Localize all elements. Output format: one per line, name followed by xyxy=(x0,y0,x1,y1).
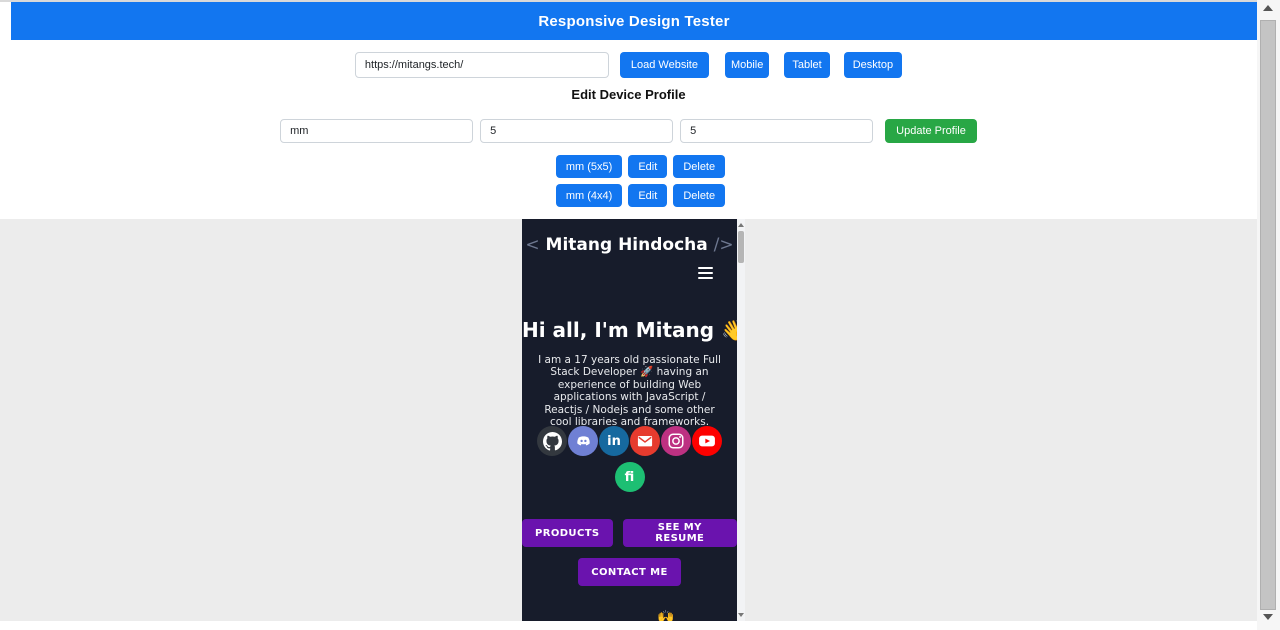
social-icons-row: in xyxy=(522,426,737,456)
site-cta-row: PRODUCTS SEE MY RESUME xyxy=(522,519,737,547)
saved-profile-row: mm (4x4) Edit Delete xyxy=(12,184,1269,207)
hamburger-bar xyxy=(698,267,713,269)
instagram-icon xyxy=(667,432,685,450)
edit-device-profile-heading: Edit Device Profile xyxy=(0,87,1257,102)
fiverr-link[interactable]: fi xyxy=(615,462,645,492)
mobile-view-button[interactable]: Mobile xyxy=(725,52,769,78)
url-input[interactable] xyxy=(355,52,609,78)
clipped-emoji: 🙌 xyxy=(657,610,674,621)
profile-height-input[interactable] xyxy=(680,119,873,143)
instagram-link[interactable] xyxy=(661,426,691,456)
device-preview-frame: < Mitang Hindocha /> Hi all, I'm Mitang … xyxy=(522,219,745,621)
logo-close-bracket: /> xyxy=(714,235,734,255)
saved-profile-row: mm (5x5) Edit Delete xyxy=(12,155,1269,178)
bottom-strip xyxy=(0,621,1257,630)
iframe-scrollbar[interactable] xyxy=(737,219,745,621)
contact-me-button[interactable]: CONTACT ME xyxy=(578,558,680,586)
envelope-icon xyxy=(635,431,655,451)
fiverr-row: fi xyxy=(522,462,737,492)
browser-scrollbar-thumb[interactable] xyxy=(1260,20,1276,610)
site-hero-description: I am a 17 years old passionate Full Stac… xyxy=(533,354,726,428)
profile-delete-button[interactable]: Delete xyxy=(673,184,725,207)
preview-area: < Mitang Hindocha /> Hi all, I'm Mitang … xyxy=(0,219,1257,621)
browser-scrollbar[interactable] xyxy=(1257,0,1280,630)
see-my-resume-button[interactable]: SEE MY RESUME xyxy=(623,519,737,547)
hamburger-menu-icon[interactable] xyxy=(698,267,713,282)
site-contact-row: CONTACT ME xyxy=(522,558,737,586)
desktop-view-button[interactable]: Desktop xyxy=(844,52,902,78)
profile-name-input[interactable] xyxy=(280,119,473,143)
profile-edit-button[interactable]: Edit xyxy=(628,184,667,207)
hamburger-bar xyxy=(698,272,713,274)
youtube-link[interactable] xyxy=(692,426,722,456)
discord-link[interactable] xyxy=(568,426,598,456)
page-title: Responsive Design Tester xyxy=(538,13,729,30)
scroll-down-icon[interactable] xyxy=(1263,614,1273,620)
url-toolbar: Load Website Mobile Tablet Desktop xyxy=(0,52,1257,78)
fiverr-icon: fi xyxy=(625,470,635,485)
site-hero-heading: Hi all, I'm Mitang 👋 xyxy=(522,318,737,342)
youtube-icon xyxy=(697,431,717,451)
github-icon xyxy=(543,432,562,451)
profile-label-button[interactable]: mm (5x5) xyxy=(556,155,622,178)
app-window: Responsive Design Tester Load Website Mo… xyxy=(0,0,1280,630)
load-website-button[interactable]: Load Website xyxy=(620,52,709,78)
profile-width-input[interactable] xyxy=(480,119,673,143)
logo-name: Mitang Hindocha xyxy=(546,235,708,255)
previewed-website: < Mitang Hindocha /> Hi all, I'm Mitang … xyxy=(522,219,737,621)
update-profile-button[interactable]: Update Profile xyxy=(885,119,977,143)
profile-delete-button[interactable]: Delete xyxy=(673,155,725,178)
scroll-up-icon[interactable] xyxy=(1263,5,1273,11)
app-header: Responsive Design Tester xyxy=(11,2,1257,40)
iframe-scrollbar-thumb[interactable] xyxy=(738,231,744,263)
github-link[interactable] xyxy=(537,426,567,456)
linkedin-icon: in xyxy=(607,434,621,449)
device-profile-editor: Update Profile xyxy=(0,119,1257,143)
tablet-view-button[interactable]: Tablet xyxy=(784,52,829,78)
scroll-up-icon[interactable] xyxy=(738,223,744,227)
email-link[interactable] xyxy=(630,426,660,456)
profile-edit-button[interactable]: Edit xyxy=(628,155,667,178)
hamburger-bar xyxy=(698,277,713,279)
site-logo[interactable]: < Mitang Hindocha /> xyxy=(522,235,737,255)
products-button[interactable]: PRODUCTS xyxy=(522,519,613,547)
logo-open-bracket: < xyxy=(525,235,539,255)
linkedin-link[interactable]: in xyxy=(599,426,629,456)
discord-icon xyxy=(574,432,593,451)
scroll-down-icon[interactable] xyxy=(738,613,744,617)
profile-label-button[interactable]: mm (4x4) xyxy=(556,184,622,207)
